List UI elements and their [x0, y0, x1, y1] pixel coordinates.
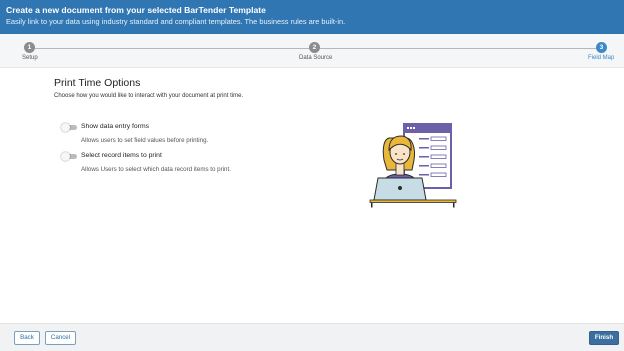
- option-help-select-record-items: Allows Users to select which data record…: [81, 166, 231, 173]
- page-description: Choose how you would like to interact wi…: [54, 93, 244, 99]
- step-2-label[interactable]: Data Source: [299, 55, 332, 61]
- select-record-items-toggle[interactable]: [61, 152, 77, 161]
- wizard-stepper: 1 Setup 2 Data Source 3 Field Map: [0, 34, 624, 68]
- step-connector: [35, 47, 309, 49]
- finish-button[interactable]: Finish: [589, 331, 619, 345]
- show-data-entry-forms-toggle[interactable]: [61, 123, 77, 132]
- toggle-knob: [61, 152, 70, 161]
- step-3-indicator[interactable]: 3: [596, 42, 607, 53]
- step-3-label[interactable]: Field Map: [588, 55, 614, 61]
- header-title: Create a new document from your selected…: [6, 5, 266, 15]
- back-button[interactable]: Back: [14, 331, 40, 345]
- option-label-select-record-items: Select record items to print: [81, 152, 162, 159]
- cancel-button[interactable]: Cancel: [45, 331, 76, 345]
- header-banner: Create a new document from your selected…: [0, 0, 624, 34]
- toggle-knob: [61, 123, 70, 132]
- step-2-indicator[interactable]: 2: [309, 42, 320, 53]
- footer-bar: Back Cancel Finish: [0, 323, 624, 351]
- option-help-data-entry-forms: Allows users to set field values before …: [81, 137, 209, 144]
- page-title: Print Time Options: [54, 77, 141, 89]
- person-at-laptop-illustration: [369, 123, 457, 208]
- option-label-data-entry-forms: Show data entry forms: [81, 123, 149, 130]
- step-1-label[interactable]: Setup: [22, 55, 38, 61]
- header-subtitle: Easily link to your data using industry …: [6, 17, 346, 26]
- step-connector: [320, 47, 596, 49]
- step-1-indicator[interactable]: 1: [24, 42, 35, 53]
